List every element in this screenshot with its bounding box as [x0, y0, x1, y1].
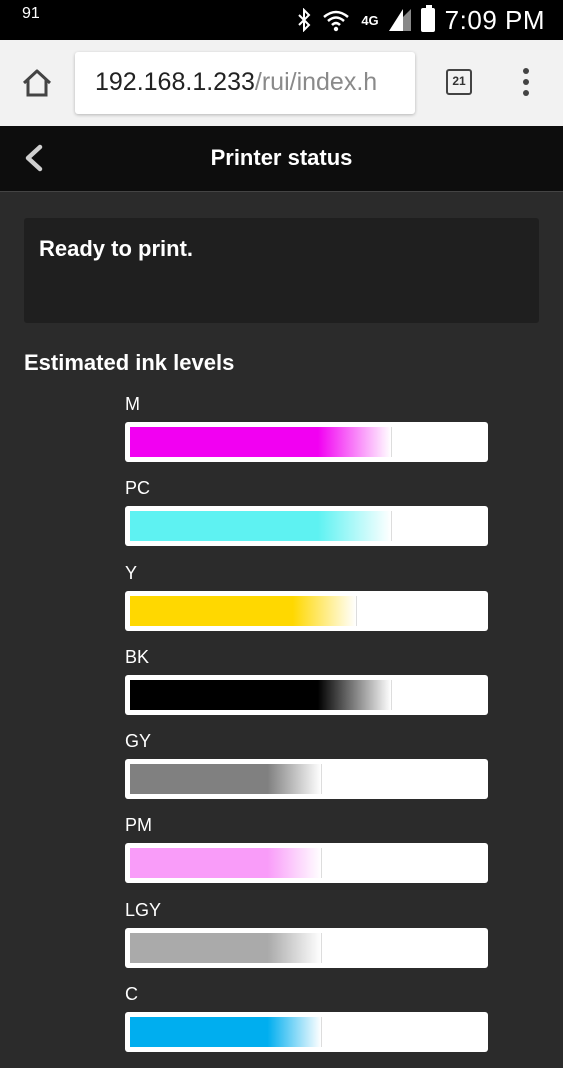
- url-path: /rui/index.h: [254, 68, 378, 96]
- ink-label: GY: [125, 731, 152, 752]
- printer-status-panel: Ready to print.: [24, 218, 539, 323]
- url-text: 192.168.1.233/rui/index.h: [95, 68, 377, 97]
- ink-item: PC: [125, 478, 488, 562]
- network-type: 4G: [361, 12, 379, 28]
- ink-level-bar: [125, 674, 488, 715]
- tab-switcher-button[interactable]: 21: [446, 69, 472, 95]
- ink-label: Y: [125, 562, 138, 583]
- ink-level-fill: [130, 427, 392, 457]
- ink-level-bar: [125, 759, 488, 800]
- bluetooth-icon: [298, 8, 311, 32]
- ink-item: Y: [125, 563, 488, 647]
- ink-item: M: [125, 394, 488, 478]
- app-header: Printer status: [0, 126, 563, 192]
- notification-count: 91: [22, 5, 40, 22]
- ink-level-bar: [125, 422, 488, 462]
- ink-level-fill: [130, 679, 392, 710]
- ink-label: LGY: [125, 899, 162, 920]
- clock: 7:09 PM: [444, 4, 545, 35]
- ink-label: BK: [125, 646, 150, 667]
- status-message: Ready to print.: [39, 236, 194, 261]
- ink-level-fill: [130, 595, 357, 626]
- ink-item: GY: [125, 731, 488, 815]
- ink-item: LGY: [125, 900, 488, 984]
- ink-label: M: [125, 394, 140, 414]
- status-icons: 4G 7:09 PM: [297, 4, 545, 36]
- url-host: 192.168.1.233: [95, 68, 255, 96]
- ink-level-fill: [130, 764, 322, 795]
- signal-icon: [388, 9, 411, 31]
- ink-item: C: [125, 984, 488, 1068]
- ink-label: C: [125, 984, 138, 1005]
- tab-count: 21: [452, 74, 466, 88]
- ink-level-bar: [125, 590, 488, 631]
- browser-toolbar: 192.168.1.233/rui/index.h 21: [0, 40, 563, 126]
- ink-level-bar: [125, 927, 488, 968]
- ink-level-fill: [130, 932, 322, 963]
- battery-icon: [420, 5, 435, 32]
- page-title: Printer status: [210, 145, 353, 170]
- ink-item: PM: [125, 815, 488, 899]
- ink-item: BK: [125, 647, 488, 731]
- ink-level-bar: [125, 506, 488, 547]
- wifi-icon: [323, 10, 350, 32]
- notification-indicator: 91: [22, 6, 40, 22]
- ink-label: PM: [125, 815, 152, 836]
- overflow-menu-icon[interactable]: [518, 68, 534, 98]
- ink-level-fill: [130, 848, 322, 879]
- ink-label: PC: [125, 478, 151, 499]
- ink-level-bar: [125, 843, 488, 884]
- status-bar: 91 4G 7:09 PM: [0, 0, 563, 40]
- ink-level-bar: [125, 1012, 488, 1053]
- ink-level-fill: [130, 511, 392, 542]
- home-icon[interactable]: [18, 64, 56, 102]
- ink-level-fill: [130, 1017, 322, 1048]
- ink-levels-heading: Estimated ink levels: [24, 350, 235, 375]
- ink-level-list: M PC Y BK GY PM LGY C: [125, 394, 488, 1068]
- address-bar[interactable]: 192.168.1.233/rui/index.h: [75, 52, 415, 114]
